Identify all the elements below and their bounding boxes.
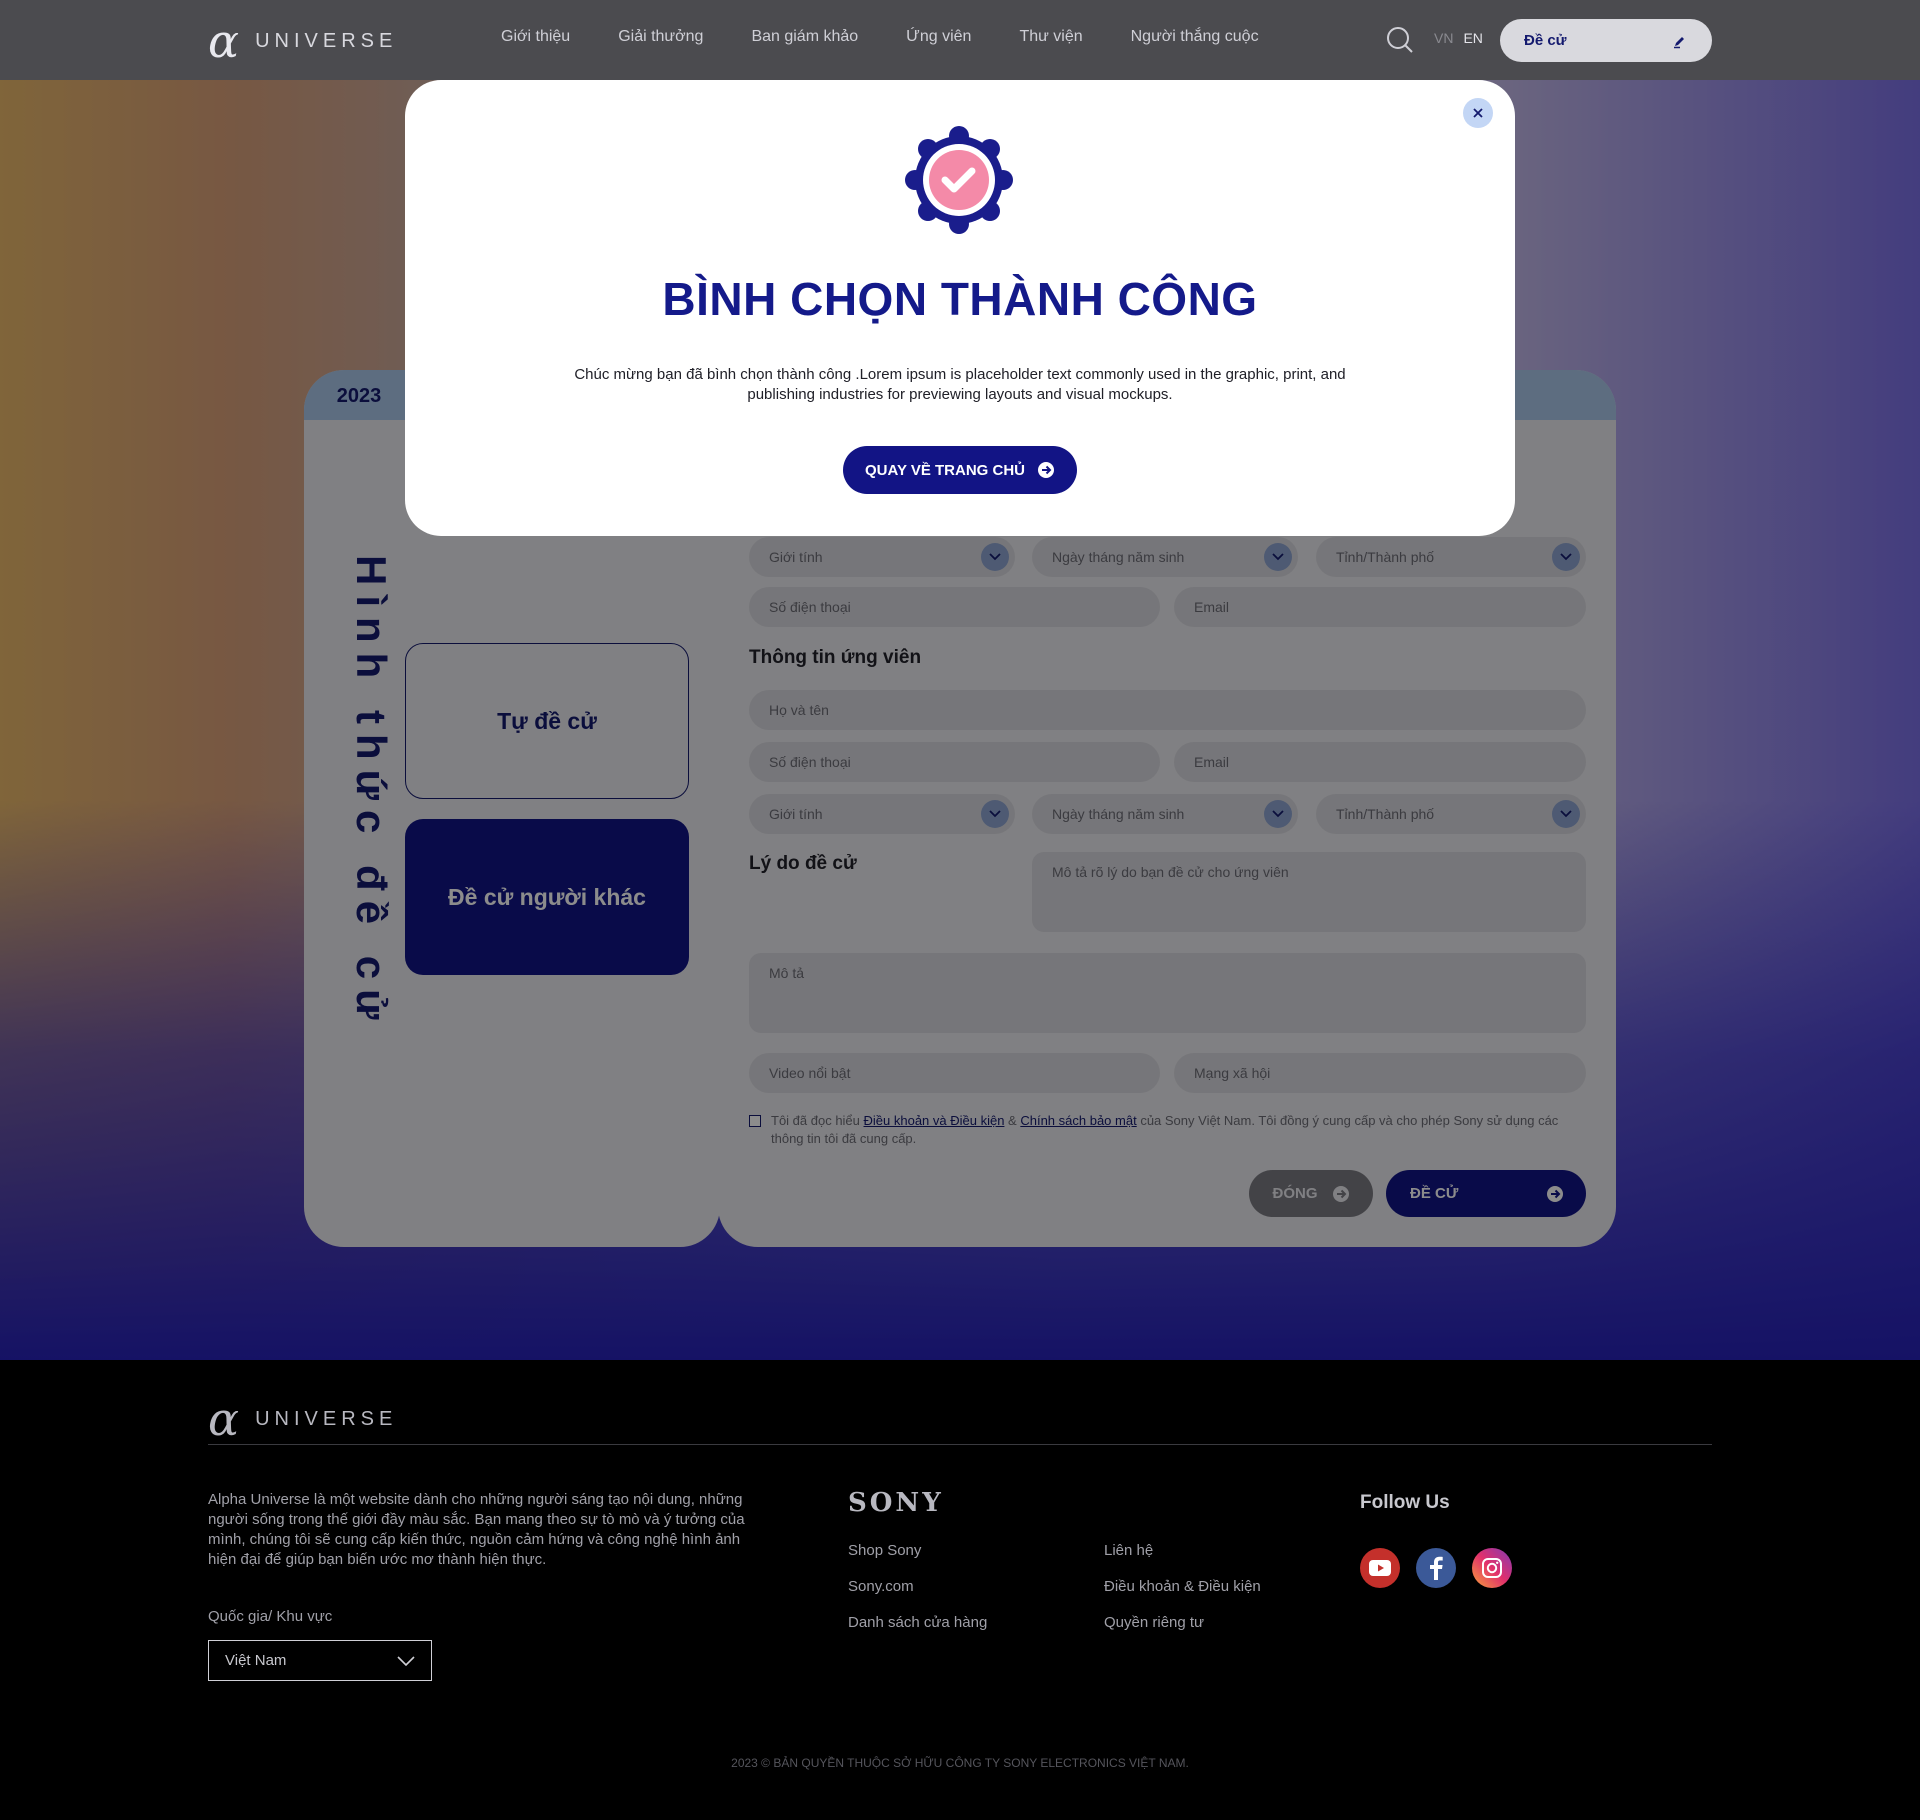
facebook-icon[interactable] — [1416, 1548, 1456, 1588]
instagram-icon[interactable] — [1472, 1548, 1512, 1588]
sony-logo[interactable]: SONY — [848, 1488, 944, 1518]
nav-gioi-thieu[interactable]: Giới thiệu — [501, 28, 570, 46]
nav-ung-vien[interactable]: Ứng viên — [906, 28, 971, 46]
footer-links-col2: Liên hệ Điều khoản & Điều kiện Quyền riê… — [1104, 1542, 1261, 1650]
link-sony-com[interactable]: Sony.com — [848, 1578, 987, 1614]
nav-giai-thuong[interactable]: Giải thưởng — [618, 28, 703, 46]
link-store-list[interactable]: Danh sách cửa hàng — [848, 1614, 987, 1650]
nav-nguoi-thang-cuoc[interactable]: Người thắng cuộc — [1131, 28, 1259, 46]
lang-vn[interactable]: VN — [1434, 30, 1453, 46]
nav-thu-vien[interactable]: Thư viện — [1019, 28, 1082, 46]
main-nav: Giới thiệu Giải thưởng Ban giám khảo Ứng… — [501, 28, 1259, 46]
success-badge-icon — [905, 126, 1013, 234]
link-privacy[interactable]: Quyền riêng tư — [1104, 1614, 1261, 1650]
link-shop-sony[interactable]: Shop Sony — [848, 1542, 987, 1578]
footer-about-text: Alpha Universe là một website dành cho n… — [208, 1491, 745, 1568]
nav-ban-giam-khao[interactable]: Ban giám khảo — [751, 28, 858, 46]
country-select[interactable]: Việt Nam — [208, 1640, 432, 1681]
country-label: Quốc gia/ Khu vực — [208, 1608, 333, 1625]
modal-message: Chúc mừng bạn đã bình chọn thành công .L… — [574, 366, 1346, 403]
search-icon[interactable] — [1386, 26, 1414, 54]
footer-logo[interactable]: α UNIVERSE — [208, 1396, 397, 1442]
alpha-universe-logo[interactable]: α UNIVERSE — [208, 18, 397, 64]
header-nominate-button[interactable]: Đề cử — [1500, 19, 1712, 62]
close-icon — [1473, 108, 1483, 118]
pen-icon — [1674, 36, 1684, 48]
modal-close-button[interactable] — [1463, 98, 1493, 128]
back-home-button[interactable]: QUAY VỀ TRANG CHỦ — [843, 446, 1077, 494]
alpha-logo-icon: α — [208, 14, 240, 68]
footer-links-col1: Shop Sony Sony.com Danh sách cửa hàng — [848, 1542, 987, 1650]
arrow-right-icon — [1038, 462, 1055, 478]
lang-en[interactable]: EN — [1463, 30, 1482, 46]
link-terms[interactable]: Điều khoản & Điều kiện — [1104, 1578, 1261, 1614]
modal-title: BÌNH CHỌN THÀNH CÔNG — [662, 273, 1258, 325]
chevron-down-icon — [397, 1655, 415, 1666]
site-header: α UNIVERSE Giới thiệu Giải thưởng Ban gi… — [0, 0, 1920, 80]
follow-us-title: Follow Us — [1360, 1492, 1450, 1513]
alpha-logo-icon: α — [208, 1392, 240, 1446]
success-modal: BÌNH CHỌN THÀNH CÔNG Chúc mừng bạn đã bì… — [405, 80, 1515, 536]
youtube-icon[interactable] — [1360, 1548, 1400, 1588]
link-contact[interactable]: Liên hệ — [1104, 1542, 1261, 1578]
footer-divider — [208, 1444, 1712, 1445]
copyright-text: 2023 © BẢN QUYỀN THUỘC SỞ HỮU CÔNG TY SO… — [731, 1756, 1189, 1770]
site-footer: α UNIVERSE Alpha Universe là một website… — [0, 1360, 1920, 1820]
language-switch: VN EN — [1434, 30, 1483, 46]
